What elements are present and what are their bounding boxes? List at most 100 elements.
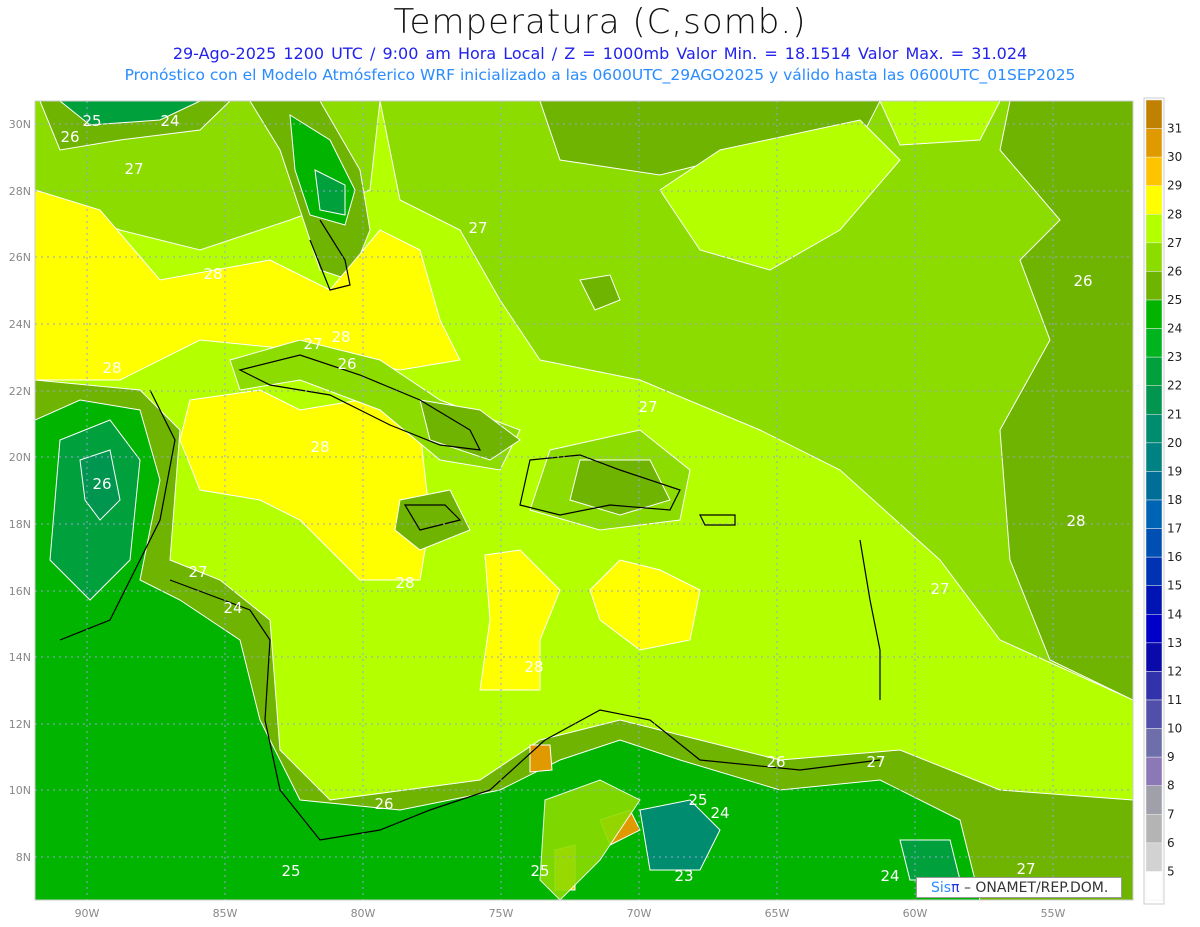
colorbar-label: 21 — [1167, 407, 1182, 421]
colorbar-label: 14 — [1167, 607, 1182, 621]
colorbar-swatch — [1145, 385, 1163, 415]
contour-label: 28 — [203, 265, 222, 283]
colorbar-label: 22 — [1167, 379, 1182, 393]
colorbar-swatch — [1145, 156, 1163, 186]
contour-label: 28 — [331, 328, 350, 346]
lat-tick: 30N — [9, 118, 31, 131]
colorbar-swatch — [1145, 756, 1163, 786]
contour-label: 25 — [530, 862, 549, 880]
colorbar-label: 8 — [1167, 779, 1175, 793]
contour-label: 26 — [92, 475, 111, 493]
contour-label: 27 — [124, 160, 143, 178]
colorbar-swatch — [1145, 185, 1163, 215]
colorbar-label: 31 — [1167, 122, 1182, 136]
colorbar-swatch — [1145, 271, 1163, 301]
colorbar-label: 24 — [1167, 322, 1182, 336]
contour-label: 24 — [710, 804, 729, 822]
colorbar-label: 23 — [1167, 350, 1182, 364]
colorbar-swatch — [1145, 528, 1163, 558]
lon-tick: 60W — [903, 907, 928, 920]
contour-label: 26 — [374, 795, 393, 813]
colorbar-label: 6 — [1167, 836, 1175, 850]
contour-label: 25 — [688, 791, 707, 809]
colorbar-swatch — [1145, 499, 1163, 529]
latitude-axis: 30N 28N 26N 24N 22N 20N 18N 16N 14N 12N … — [9, 118, 31, 864]
lat-tick: 28N — [9, 185, 31, 198]
lat-tick: 20N — [9, 451, 31, 464]
colorbar-swatch — [1145, 214, 1163, 244]
colorbar-swatch — [1145, 699, 1163, 729]
contour-label: 27 — [866, 753, 885, 771]
contour-label: 26 — [337, 355, 356, 373]
colorbar-swatch — [1145, 242, 1163, 272]
contour-label: 24 — [160, 112, 179, 130]
lon-tick: 65W — [765, 907, 790, 920]
colorbar-swatch — [1145, 442, 1163, 472]
colorbar-swatch — [1145, 356, 1163, 386]
contour-label: 27 — [1016, 860, 1035, 878]
colorbar-swatch — [1145, 299, 1163, 329]
contour-label: 28 — [524, 658, 543, 676]
colorbar-label: 25 — [1167, 293, 1182, 307]
colorbar-label: 11 — [1167, 693, 1182, 707]
contour-label: 24 — [880, 867, 899, 885]
lon-tick: 70W — [627, 907, 652, 920]
lat-tick: 26N — [9, 251, 31, 264]
lat-tick: 10N — [9, 784, 31, 797]
credit-box: Sisπ – ONAMET/REP.DOM. — [916, 877, 1122, 898]
colorbar-swatch — [1145, 556, 1163, 586]
colorbar-label: 5 — [1167, 864, 1175, 878]
contour-label: 26 — [766, 753, 785, 771]
colorbar-label: 26 — [1167, 264, 1182, 278]
colorbar-label: 29 — [1167, 179, 1182, 193]
contour-label: 28 — [395, 574, 414, 592]
longitude-axis: 90W 85W 80W 75W 70W 65W 60W 55W — [75, 907, 1066, 920]
lon-tick: 90W — [75, 907, 100, 920]
contour-label: 27 — [638, 398, 657, 416]
temperature-map: 30N 28N 26N 24N 22N 20N 18N 16N 14N 12N … — [9, 97, 1182, 920]
contour-label: 28 — [102, 359, 121, 377]
contour-label: 27 — [468, 219, 487, 237]
colorbar-swatch — [1145, 471, 1163, 501]
colorbar-label: 19 — [1167, 464, 1182, 478]
colorbar-swatch — [1145, 814, 1163, 844]
lat-tick: 18N — [9, 518, 31, 531]
colorbar-swatch — [1145, 728, 1163, 758]
colorbar-label: 9 — [1167, 750, 1175, 764]
colorbar-swatch — [1145, 585, 1163, 615]
colorbar-swatch — [1145, 642, 1163, 672]
colorbar-label: 10 — [1167, 722, 1182, 736]
colorbar-label: 18 — [1167, 493, 1182, 507]
colorbar-label: 15 — [1167, 579, 1182, 593]
contour-label: 27 — [303, 335, 322, 353]
colorbar-swatch — [1145, 842, 1163, 872]
lat-tick: 16N — [9, 585, 31, 598]
colorbar-label: 30 — [1167, 150, 1182, 164]
contour-label: 26 — [1073, 272, 1092, 290]
colorbar-swatch — [1145, 671, 1163, 701]
colorbar-swatch — [1145, 99, 1163, 129]
contour-label: 27 — [930, 580, 949, 598]
colorbar-swatch — [1145, 614, 1163, 644]
contour-label: 28 — [1066, 512, 1085, 530]
colorbar-swatch — [1145, 785, 1163, 815]
contour-label: 28 — [310, 438, 329, 456]
credit-pi: π — [951, 880, 960, 896]
contour-label: 24 — [223, 599, 242, 617]
lat-tick: 24N — [9, 318, 31, 331]
credit-org: – ONAMET/REP.DOM. — [959, 880, 1109, 896]
lon-tick: 55W — [1041, 907, 1066, 920]
credit-sis: Sis — [931, 880, 952, 896]
lon-tick: 80W — [351, 907, 376, 920]
temperature-field — [35, 101, 1133, 900]
lat-tick: 14N — [9, 651, 31, 664]
lon-tick: 85W — [213, 907, 238, 920]
contour-label: 23 — [674, 867, 693, 885]
lat-tick: 22N — [9, 385, 31, 398]
contour-label: 27 — [188, 563, 207, 581]
colorbar-label: 7 — [1167, 807, 1175, 821]
colorbar-label: 17 — [1167, 522, 1182, 536]
colorbar-swatch — [1145, 128, 1163, 158]
colorbar-swatch — [1145, 328, 1163, 358]
colorbar-swatch — [1145, 414, 1163, 444]
